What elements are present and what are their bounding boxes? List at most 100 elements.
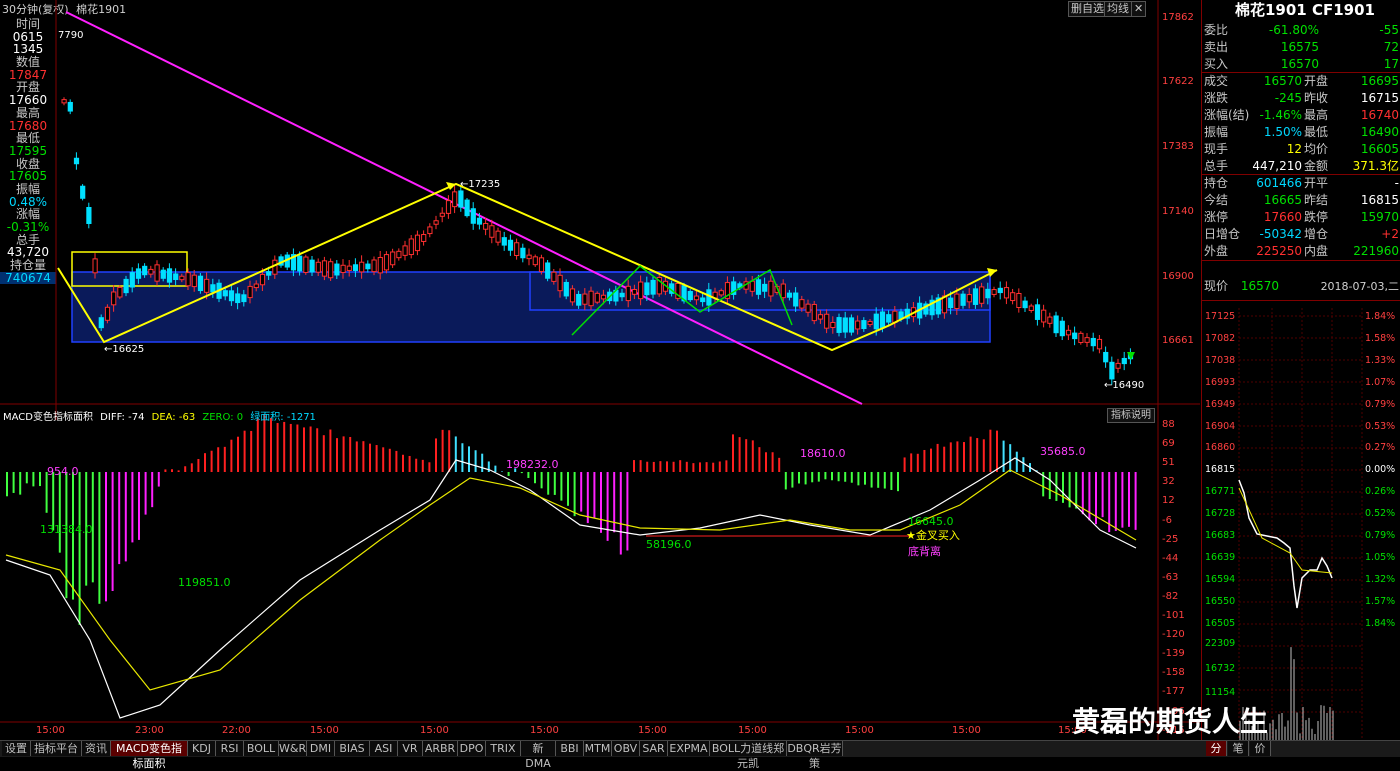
indicator-tab[interactable]: DPO	[458, 741, 486, 756]
candle	[718, 290, 724, 296]
macd-bar	[382, 447, 385, 472]
macd-bar	[738, 437, 741, 472]
candle	[817, 314, 824, 320]
mini-right-tick: 0.27%	[1365, 442, 1396, 454]
macd-bar	[210, 450, 213, 472]
macd-bar	[283, 421, 286, 472]
indicator-tab[interactable]: EXPMA	[668, 741, 710, 756]
candle	[972, 288, 979, 305]
macd-bar	[956, 441, 959, 472]
diff-line	[5, 457, 1137, 719]
indicator-tab[interactable]: BIAS	[335, 741, 370, 756]
macd-bar	[692, 463, 695, 472]
macd-bar	[322, 435, 325, 472]
macd-bar	[395, 450, 398, 472]
candle	[873, 313, 879, 330]
indicator-tab[interactable]: W&R	[279, 741, 307, 756]
indicator-tab[interactable]: BOLL	[244, 741, 279, 756]
mini-right-tick: 0.79%	[1365, 530, 1396, 541]
macd-tick: 12	[1162, 495, 1175, 507]
quote-row: 成交 16570 开盘 16695	[1204, 74, 1399, 88]
macd-bar	[494, 465, 497, 472]
indicator-tab[interactable]: 新DMA	[521, 741, 556, 770]
indicator-tab[interactable]: 指标平台	[31, 741, 82, 756]
indicator-tab[interactable]: 资讯	[82, 741, 111, 756]
candle	[247, 285, 253, 299]
candle	[582, 293, 588, 305]
macd-bar	[672, 461, 675, 472]
candle	[61, 99, 67, 104]
mini-left-tick: 16594	[1205, 573, 1236, 585]
candle	[960, 293, 966, 306]
indicator-explain-button[interactable]: 指标说明	[1107, 408, 1155, 423]
indicator-tab[interactable]: TRIX	[486, 741, 521, 756]
macd-bar	[751, 440, 754, 472]
indicator-tab[interactable]: VR	[398, 741, 423, 756]
candle	[588, 290, 594, 307]
candle	[452, 191, 458, 208]
macd-bar	[296, 424, 299, 472]
indicator-tab[interactable]: OBV	[612, 741, 640, 756]
candle	[879, 311, 886, 329]
indicator-tab[interactable]: ASI	[370, 741, 398, 756]
mini-left-tick: 17082	[1205, 332, 1236, 344]
macd-bar	[784, 472, 787, 490]
candle	[160, 269, 166, 279]
candle	[780, 283, 786, 299]
candle	[92, 258, 98, 274]
candle	[706, 289, 712, 306]
mini-left-tick: 16949	[1205, 398, 1236, 410]
macd-label: 198232.0	[506, 458, 559, 471]
mini-right-tick: 1.57%	[1365, 595, 1396, 607]
dea-line	[5, 469, 1137, 691]
macd-bar	[197, 459, 200, 472]
candle	[328, 261, 334, 279]
indicator-tab[interactable]: RSI	[216, 741, 244, 756]
macd-bar	[329, 429, 332, 472]
macd-label: 119851.0	[178, 576, 231, 589]
mini-tab[interactable]: 笔	[1228, 741, 1249, 756]
indicator-tab[interactable]: MACD变色指标面积	[111, 741, 188, 770]
indicator-tab[interactable]: BOLL力道线郑元凯	[710, 741, 787, 770]
macd-bar	[791, 472, 794, 488]
macd-bar	[362, 441, 365, 472]
macd-bar	[501, 471, 503, 472]
macd-bar	[619, 472, 622, 555]
mini-right-tick: 1.33%	[1365, 354, 1396, 366]
candle	[185, 272, 191, 287]
candle	[631, 289, 638, 295]
candle	[786, 292, 793, 298]
indicator-tab[interactable]: SAR	[640, 741, 668, 756]
macd-bar	[230, 439, 233, 472]
mini-left-tick: 16815	[1205, 464, 1236, 476]
macd-bar	[408, 455, 411, 472]
intraday-mini-chart[interactable]	[1202, 308, 1400, 740]
indicator-tab[interactable]: MTM	[584, 741, 612, 756]
mini-tab[interactable]: 分	[1206, 741, 1227, 756]
time-tick: 15:00	[530, 725, 559, 736]
indicator-tab[interactable]: 设置	[2, 741, 31, 756]
watermark: 黄磊的期货人生	[1072, 705, 1269, 738]
candle	[241, 294, 247, 303]
mini-tab[interactable]: 价	[1250, 741, 1271, 756]
candle	[520, 247, 526, 259]
indicator-tab[interactable]: BBI	[556, 741, 584, 756]
macd-bar	[184, 466, 187, 472]
macd-bar	[45, 472, 48, 513]
indicator-tab[interactable]: ARBR	[423, 741, 458, 756]
macd-tick: -82	[1162, 590, 1179, 602]
time-tick: 15:00	[845, 725, 874, 736]
kline-chart[interactable]	[0, 0, 1200, 740]
price-tick: 16900	[1162, 271, 1194, 282]
candle	[191, 274, 197, 288]
macd-bar	[877, 472, 880, 488]
indicator-tab[interactable]: KDJ	[188, 741, 216, 756]
indicator-tab[interactable]: DBQR岩芳策	[787, 741, 843, 770]
quote-row: 外盘 225250 内盘 221960	[1204, 244, 1399, 258]
gold-cross-label: ★金叉买入	[906, 529, 960, 542]
macd-tick: 51	[1162, 457, 1175, 469]
candle	[148, 268, 154, 275]
candle	[439, 212, 445, 217]
macd-bar	[679, 460, 682, 472]
indicator-tab[interactable]: DMI	[307, 741, 335, 756]
